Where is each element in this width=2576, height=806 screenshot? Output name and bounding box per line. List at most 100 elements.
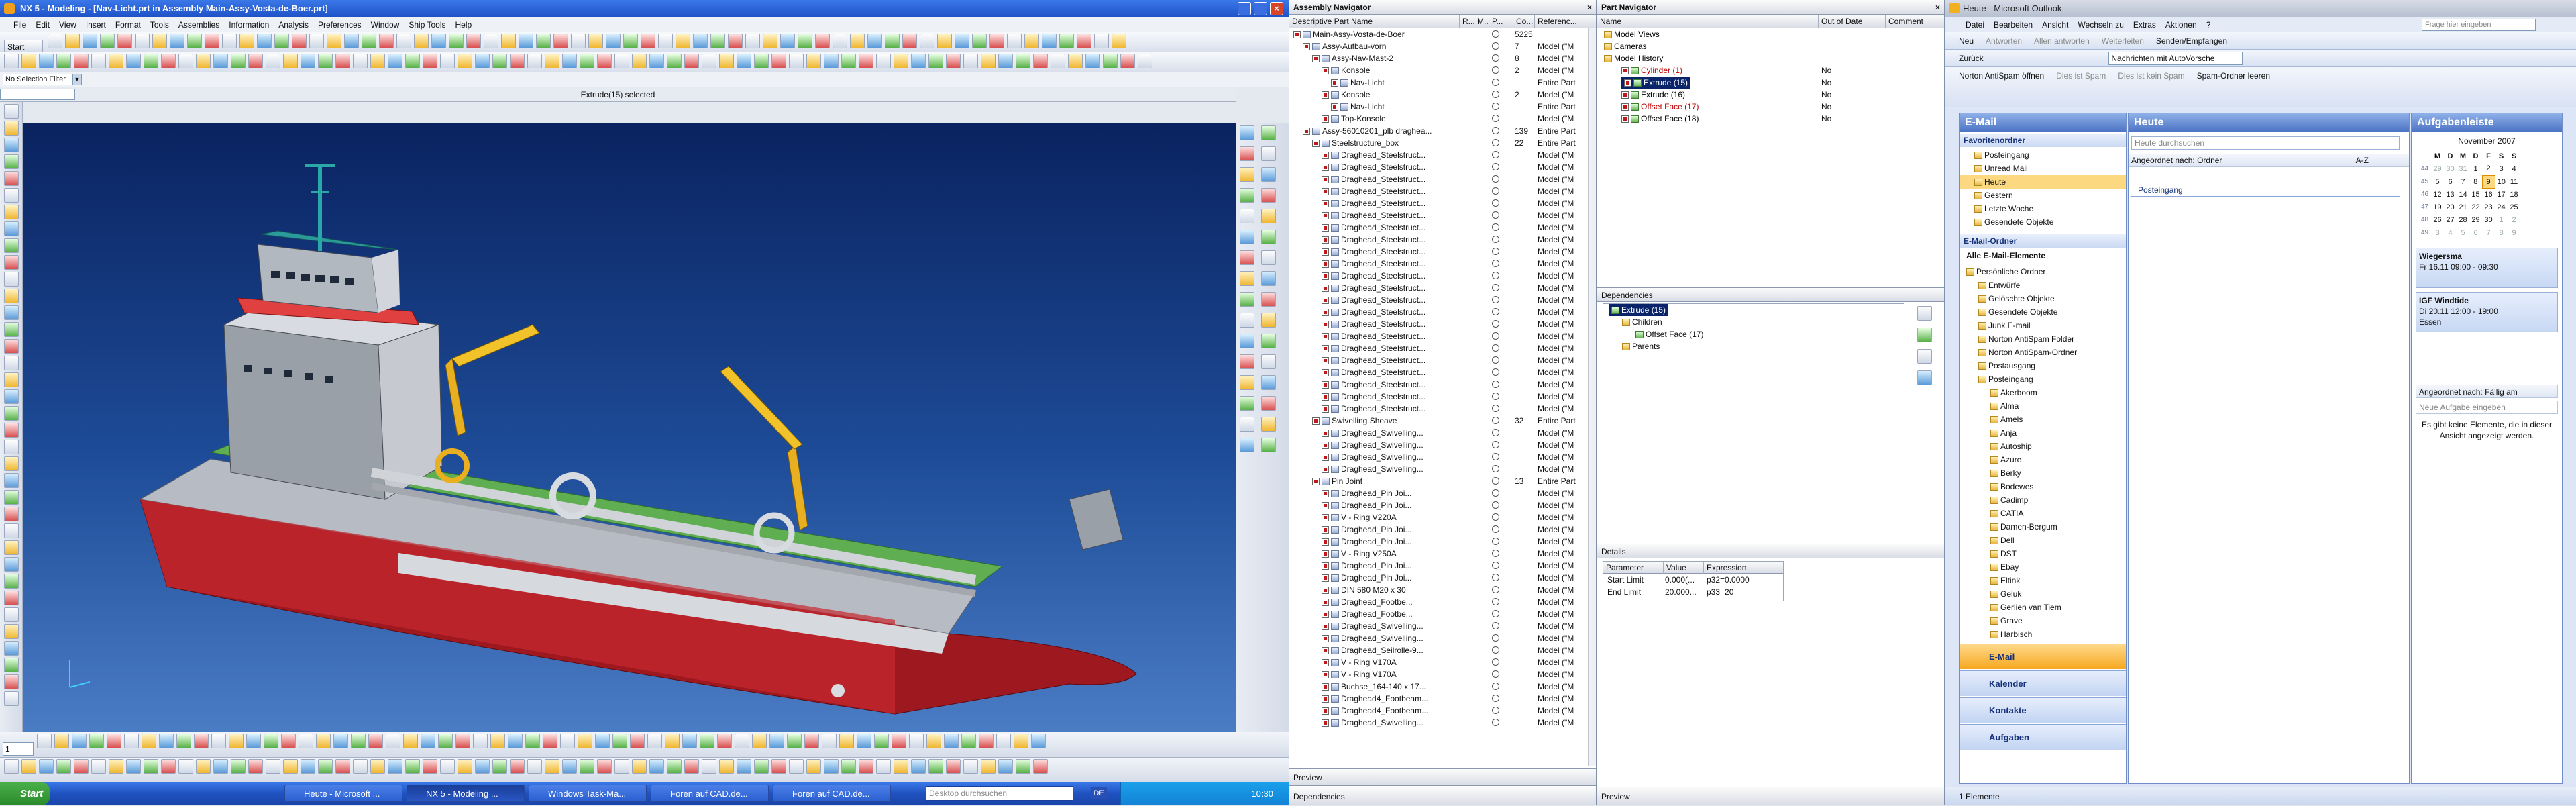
bottom2-tool-icon[interactable] <box>248 759 263 774</box>
toolbar2-tool-icon[interactable] <box>231 54 246 68</box>
bottom2-tool-icon[interactable] <box>667 759 682 774</box>
toolbar2-tool-icon[interactable] <box>1051 54 1065 68</box>
column-header[interactable]: Descriptive Part Name <box>1289 15 1460 28</box>
left-tool-icon[interactable] <box>3 171 19 186</box>
bottom2-tool-icon[interactable] <box>894 759 908 774</box>
calendar-day[interactable]: 18 <box>2508 188 2520 201</box>
bottom2-tool-icon[interactable] <box>56 759 71 774</box>
toolbar1-tool-icon[interactable] <box>83 34 98 48</box>
checkbox[interactable] <box>1322 236 1329 244</box>
right-tool-icon[interactable] <box>1261 250 1276 265</box>
toolbar1-tool-icon[interactable] <box>623 34 639 48</box>
calendar-day[interactable]: 19 <box>2431 201 2444 213</box>
toolbar2-tool-icon[interactable] <box>266 54 280 68</box>
left-tool-icon[interactable] <box>3 691 19 706</box>
table-row[interactable]: Draghead_Steelstruct... Model ("M <box>1289 342 1588 354</box>
toolbar1-tool-icon[interactable] <box>780 34 796 48</box>
menu-file[interactable]: File <box>13 20 26 30</box>
mail-folder[interactable]: Anja <box>1960 426 2119 440</box>
toolbar1-tool-icon[interactable] <box>867 34 883 48</box>
calendar-day[interactable]: 28 <box>2457 213 2469 226</box>
bottom2-tool-icon[interactable] <box>946 759 961 774</box>
mail-folder[interactable]: Gelöschte Objekte <box>1960 292 2119 305</box>
left-tool-icon[interactable] <box>3 289 19 303</box>
calendar-day[interactable]: 25 <box>2508 201 2520 213</box>
toolbar1-tool-icon[interactable] <box>553 34 569 48</box>
checkbox[interactable] <box>1322 345 1329 353</box>
desktop-search-input[interactable]: Desktop durchsuchen <box>926 786 1073 801</box>
right-tool-icon[interactable] <box>1240 271 1254 286</box>
view-select[interactable]: 1 <box>3 742 34 756</box>
table-row[interactable]: Draghead_Steelstruct... Model ("M <box>1289 330 1588 342</box>
calendar-day[interactable]: 11 <box>2508 175 2520 188</box>
bottom2-tool-icon[interactable] <box>91 759 106 774</box>
toolbar2-tool-icon[interactable] <box>911 54 926 68</box>
calendar-day[interactable]: 6 <box>2444 175 2457 188</box>
toolbar1-tool-icon[interactable] <box>798 34 813 48</box>
bottom2-tool-icon[interactable] <box>981 759 996 774</box>
bottom2-tool-icon[interactable] <box>74 759 89 774</box>
checkbox[interactable] <box>1312 55 1320 63</box>
calendar-day[interactable]: 31 <box>2457 162 2469 175</box>
left-tool-icon[interactable] <box>3 523 19 538</box>
bottom2-tool-icon[interactable] <box>580 759 594 774</box>
group-item-posteingang[interactable]: Posteingang <box>2131 183 2400 197</box>
calendar-day[interactable]: 8 <box>2495 226 2508 239</box>
left-tool-icon[interactable] <box>3 574 19 589</box>
right-tool-icon[interactable] <box>1261 188 1276 203</box>
left-tool-icon[interactable] <box>3 154 19 169</box>
taskbar-button[interactable]: Foren auf CAD.de... <box>651 785 769 802</box>
toolbar2-tool-icon[interactable] <box>423 54 437 68</box>
bottom2-tool-icon[interactable] <box>562 759 577 774</box>
mail-folders-header[interactable]: E-Mail-Ordner <box>1960 234 2126 248</box>
bottom1-tool-icon[interactable] <box>142 734 157 748</box>
calendar-day[interactable]: 23 <box>2482 201 2495 213</box>
bottom1-tool-icon[interactable] <box>211 734 227 748</box>
toolbar1-tool-icon[interactable] <box>117 34 133 48</box>
toolbar1-tool-icon[interactable] <box>170 34 185 48</box>
toolbar2-tool-icon[interactable] <box>335 54 350 68</box>
table-row[interactable]: Draghead_Pin Joi... Model ("M <box>1289 572 1588 584</box>
bottom2-tool-icon[interactable] <box>737 759 751 774</box>
table-row[interactable]: V - Ring V250A Model ("M <box>1289 548 1588 560</box>
left-tool-icon[interactable] <box>3 473 19 488</box>
column-header[interactable]: Name <box>1597 15 1819 28</box>
left-tool-icon[interactable] <box>3 641 19 656</box>
checkbox[interactable] <box>1312 140 1320 148</box>
toolbar1-tool-icon[interactable] <box>222 34 237 48</box>
toolbar1-tool-icon[interactable] <box>152 34 168 48</box>
column-header[interactable]: Out of Date <box>1819 15 1886 28</box>
bottom1-tool-icon[interactable] <box>1014 734 1029 748</box>
toolbar1-tool-icon[interactable] <box>1094 34 1110 48</box>
table-row[interactable]: Main-Assy-Vosta-de-Boer 5225 <box>1289 28 1588 40</box>
mail-folder[interactable]: Alma <box>1960 399 2119 413</box>
table-row[interactable]: Draghead_Steelstruct... Model ("M <box>1289 366 1588 379</box>
bottom2-tool-icon[interactable] <box>702 759 716 774</box>
left-tool-icon[interactable] <box>3 490 19 505</box>
right-tool-icon[interactable] <box>1240 375 1254 390</box>
table-row[interactable]: Top-Konsole Model ("M <box>1289 113 1588 125</box>
mail-folder[interactable]: Cadimp <box>1960 493 2119 507</box>
checkbox[interactable] <box>1621 91 1629 99</box>
feature-row[interactable]: Model Views <box>1597 28 1944 40</box>
bottom2-tool-icon[interactable] <box>475 759 490 774</box>
new-task-input[interactable]: Neue Aufgabe eingeben <box>2416 401 2558 414</box>
right-tool-icon[interactable] <box>1240 230 1254 244</box>
bottom2-tool-icon[interactable] <box>126 759 141 774</box>
bottom1-tool-icon[interactable] <box>455 734 471 748</box>
bottom2-tool-icon[interactable] <box>283 759 298 774</box>
toolbar2-tool-icon[interactable] <box>1016 54 1030 68</box>
toolbar1-tool-icon[interactable] <box>745 34 761 48</box>
mail-folder[interactable]: Norton AntiSpam-Ordner <box>1960 346 2119 359</box>
toolbar1-tool-icon[interactable] <box>833 34 848 48</box>
bottom1-tool-icon[interactable] <box>176 734 192 748</box>
toolbar1-tool-icon[interactable] <box>396 34 412 48</box>
menu-item[interactable]: Extras <box>2133 20 2156 30</box>
bottom2-tool-icon[interactable] <box>911 759 926 774</box>
table-row[interactable]: Draghead_Steelstruct... Model ("M <box>1289 234 1588 246</box>
table-row[interactable]: Draghead_Swivelling... Model ("M <box>1289 427 1588 439</box>
table-row[interactable]: Draghead_Steelstruct... Model ("M <box>1289 270 1588 282</box>
toolbar2-tool-icon[interactable] <box>649 54 664 68</box>
bottom2-tool-icon[interactable] <box>4 759 19 774</box>
toolbar2-tool-icon[interactable] <box>475 54 490 68</box>
